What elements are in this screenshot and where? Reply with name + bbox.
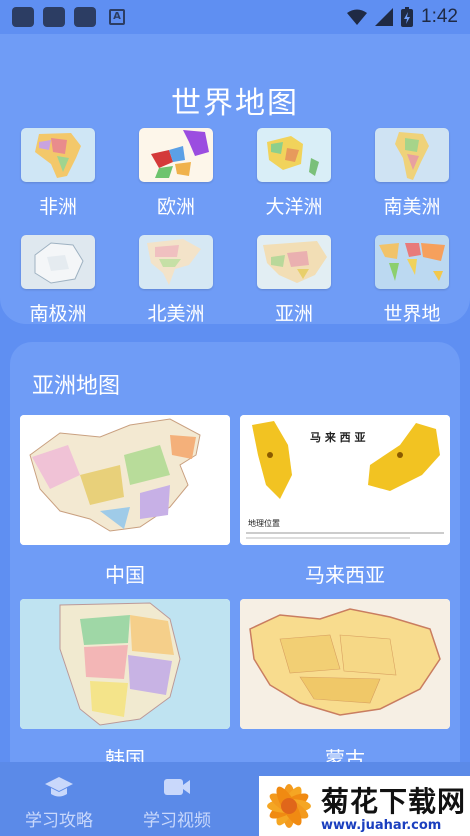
malaysia-map-caption: 地理位置 <box>248 519 280 528</box>
watermark-url: www.juahar.com <box>321 817 442 833</box>
continent-label: 欧洲 <box>156 196 195 218</box>
flower-logo-icon <box>267 784 311 828</box>
nav-label: 学习攻略 <box>25 811 93 831</box>
status-time: 1:42 <box>421 6 458 27</box>
continent-south-america[interactable]: 南美洲 <box>364 128 460 219</box>
map-card-china[interactable]: 中国 <box>20 415 230 588</box>
map-label: 中国 <box>105 563 145 587</box>
mongolia-map-image <box>240 599 450 729</box>
continent-asia[interactable]: 亚洲 <box>246 235 342 326</box>
continent-world[interactable]: 世界地 <box>364 235 460 326</box>
map-card-korea[interactable]: 韩国 <box>20 599 230 772</box>
nav-item-study-video[interactable]: 学习视频 <box>118 762 236 831</box>
nav-item-study-guide[interactable]: 学习攻略 <box>0 762 118 831</box>
antarctica-map-thumbnail <box>21 235 95 289</box>
map-label: 马来西亚 <box>305 563 385 587</box>
graduation-cap-icon <box>0 774 118 800</box>
continent-north-america[interactable]: 北美洲 <box>128 235 224 326</box>
continent-antarctica[interactable]: 南极洲 <box>10 235 106 326</box>
continent-oceania[interactable]: 大洋洲 <box>246 128 342 219</box>
south-america-map-thumbnail <box>375 128 449 182</box>
world-map-thumbnail <box>375 235 449 289</box>
notification-icon <box>12 7 34 27</box>
continent-label: 非洲 <box>38 196 77 218</box>
watermark-name: 菊花下载网 <box>321 784 467 818</box>
video-camera-icon <box>118 774 236 800</box>
north-america-map-thumbnail <box>139 235 213 289</box>
keyboard-icon: A <box>109 9 125 25</box>
notification-icon <box>43 7 65 27</box>
status-bar: A 1:42 <box>0 0 470 34</box>
continent-label: 亚洲 <box>274 303 313 325</box>
malaysia-map-heading: 马 来 西 亚 <box>310 431 366 444</box>
wifi-icon <box>347 9 368 25</box>
oceania-map-thumbnail <box>257 128 331 182</box>
continent-label: 世界地 <box>383 303 441 325</box>
continent-label: 大洋洲 <box>265 196 323 218</box>
nav-label: 学习视频 <box>143 811 211 831</box>
continent-europe[interactable]: 欧洲 <box>128 128 224 219</box>
watermark-badge: 菊花下载网 www.juahar.com <box>259 776 470 836</box>
map-card-malaysia[interactable]: 马 来 西 亚 地理位置 马来西亚 <box>240 415 450 588</box>
map-card-mongolia[interactable]: 蒙古 <box>240 599 450 772</box>
china-map-image <box>20 415 230 545</box>
continent-africa[interactable]: 非洲 <box>10 128 106 219</box>
europe-map-thumbnail <box>139 128 213 182</box>
korea-map-image <box>20 599 230 729</box>
notification-icon <box>74 7 96 27</box>
continent-label: 南极洲 <box>29 303 87 325</box>
asia-maps-title: 亚洲地图 <box>32 374 121 399</box>
asia-map-thumbnail <box>257 235 331 289</box>
battery-icon <box>401 7 414 27</box>
notification-icons: A <box>12 7 125 27</box>
continent-label: 北美洲 <box>147 303 205 325</box>
continent-label: 南美洲 <box>383 196 441 218</box>
africa-map-thumbnail <box>21 128 95 182</box>
world-map-title: 世界地图 <box>171 86 299 121</box>
signal-icon <box>375 8 394 26</box>
